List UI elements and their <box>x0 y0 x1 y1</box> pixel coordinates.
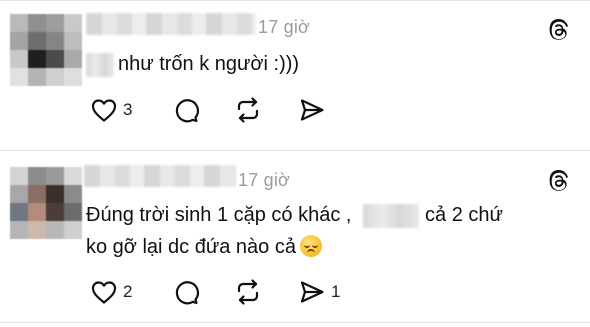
username[interactable] <box>84 165 236 187</box>
reply-post-2: 17 giờ Đúng trời sinh 1 cặp có khác , cả… <box>0 151 590 327</box>
heart-icon <box>91 281 117 304</box>
timestamp: 17 giờ <box>258 17 311 37</box>
reply-text-line-2: ko gỡ lại dc đứa nào cả <box>86 231 322 263</box>
heart-icon <box>91 99 117 122</box>
reply-text-content: như trốn k người :))) <box>118 53 300 75</box>
send-icon <box>300 99 324 121</box>
avatar[interactable] <box>10 167 82 239</box>
reply-text-content: ko gỡ lại dc đứa nào cả <box>86 236 296 258</box>
repost-icon <box>237 97 259 123</box>
like-button[interactable]: 3 <box>90 95 132 125</box>
threads-logo-icon[interactable] <box>546 168 572 194</box>
like-button[interactable]: 2 <box>90 277 132 307</box>
reply-post-1: 17 giờ như trốn k người :))) 3 <box>0 0 590 151</box>
share-button[interactable] <box>298 95 326 125</box>
pensive-face-emoji <box>299 235 322 257</box>
repost-button[interactable] <box>233 277 263 307</box>
like-count: 2 <box>123 282 133 301</box>
avatar[interactable] <box>10 14 82 86</box>
mention-blurred[interactable] <box>86 52 114 77</box>
username[interactable] <box>86 13 256 35</box>
reply-text: như trốn k người :))) <box>86 48 299 80</box>
send-icon <box>300 281 324 303</box>
comment-button[interactable] <box>172 95 200 125</box>
repost-button[interactable] <box>233 95 263 125</box>
comment-button[interactable] <box>172 277 200 307</box>
reply-text-line-1: Đúng trời sinh 1 cặp có khác , cả 2 chứ <box>86 199 503 231</box>
reply-text-end: cả 2 chứ <box>425 204 503 226</box>
bottom-divider <box>0 322 590 323</box>
threads-logo-icon[interactable] <box>546 17 572 43</box>
repost-icon <box>237 279 259 305</box>
share-count: 1 <box>331 282 341 301</box>
timestamp: 17 giờ <box>238 170 291 190</box>
share-button[interactable]: 1 <box>298 277 340 307</box>
mention-blurred[interactable] <box>363 203 420 228</box>
comment-bubble-icon <box>175 281 200 305</box>
comment-bubble-icon <box>175 99 200 123</box>
like-count: 3 <box>123 100 133 119</box>
reply-text-start: Đúng trời sinh 1 cặp có khác , <box>86 204 352 226</box>
